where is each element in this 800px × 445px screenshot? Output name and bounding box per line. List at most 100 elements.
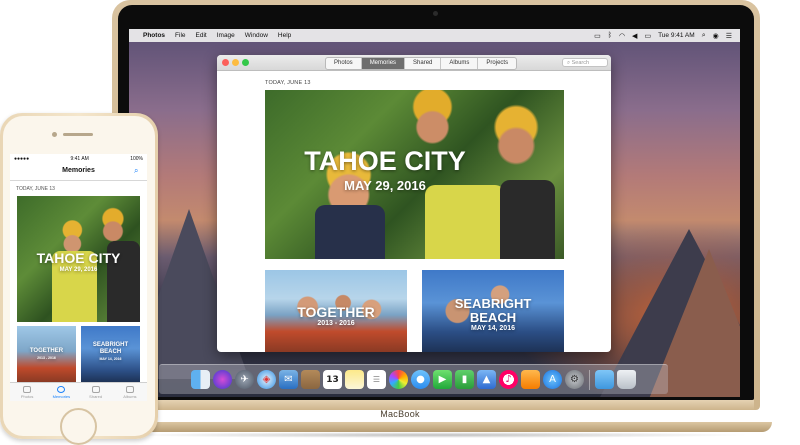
tab-projects[interactable]: Projects — [478, 58, 516, 69]
notification-center-icon[interactable]: ☰ — [726, 32, 732, 40]
numbers-icon[interactable]: ▮ — [455, 370, 474, 389]
close-window-button[interactable] — [222, 59, 229, 66]
siri-icon[interactable] — [213, 370, 232, 389]
tab-albums[interactable]: Albums — [441, 58, 479, 69]
iphone-memory-seabright[interactable]: SEABRIGHT BEACH MAY 14, 2016 — [81, 326, 140, 382]
downloads-folder-icon[interactable] — [595, 370, 614, 389]
memory-card-seabright-beach[interactable]: SEABRIGHT BEACH MAY 14, 2016 — [422, 270, 564, 352]
search-icon[interactable]: ⌕ — [134, 166, 138, 176]
facetime-icon[interactable]: ▶ — [433, 370, 452, 389]
iphone-screen: ●●●●● 9:41 AM 100% Memories ⌕ TODAY, JUN… — [10, 154, 147, 401]
menu-help[interactable]: Help — [278, 32, 291, 39]
hero-memory-title: TAHOE CITY — [304, 146, 466, 176]
hero-person-shirt — [425, 185, 505, 259]
search-placeholder: Search — [571, 60, 590, 66]
tab-shared[interactable]: Shared — [405, 58, 442, 69]
airplay-icon[interactable]: ▭ — [594, 32, 601, 40]
iphone-memory-together[interactable]: TOGETHER 2013 - 2016 — [17, 326, 76, 382]
keynote-icon[interactable]: ▲ — [477, 370, 496, 389]
memories-date-heading: TODAY, JUNE 13 — [265, 80, 311, 86]
iphone-speaker — [63, 133, 93, 136]
iphone-tab-memories[interactable]: Memories — [44, 383, 78, 401]
system-preferences-icon[interactable]: ⚙ — [565, 370, 584, 389]
photos-icon[interactable] — [389, 370, 408, 389]
bluetooth-icon[interactable]: ᛒ — [608, 32, 612, 39]
photos-tab-bar: Photos Memories Shared Albums Projects — [325, 57, 518, 70]
spotlight-icon[interactable]: ⌕ — [702, 32, 706, 40]
macbook-base — [100, 422, 772, 432]
ibooks-icon[interactable] — [521, 370, 540, 389]
calendar-day-label: 13 — [326, 374, 339, 385]
launchpad-icon[interactable]: ✈ — [235, 370, 254, 389]
window-titlebar: Photos Memories Shared Albums Projects ⌕… — [217, 55, 611, 71]
iphone-date-heading: TODAY, JUNE 13 — [16, 186, 55, 192]
menu-file[interactable]: File — [175, 32, 185, 39]
wifi-icon[interactable]: ◠ — [619, 32, 625, 40]
app-store-icon[interactable]: A — [543, 370, 562, 389]
card-seabright-title-line1: SEABRIGHT — [454, 296, 532, 311]
menu-photos[interactable]: Photos — [143, 32, 165, 39]
iphone-front-camera — [52, 132, 57, 137]
menu-window[interactable]: Window — [245, 32, 268, 39]
minimize-window-button[interactable] — [232, 59, 239, 66]
iphone-tab-albums[interactable]: Albums — [113, 383, 147, 401]
memory-hero-tahoe-city[interactable]: TAHOE CITY MAY 29, 2016 — [265, 90, 564, 259]
volume-icon[interactable]: ◀ — [632, 32, 637, 40]
battery-icon[interactable]: ▭ — [644, 32, 651, 40]
photos-tab-icon — [23, 386, 32, 393]
iphone-tab-bar: Photos Memories Shared Albums — [10, 382, 147, 401]
macbook-camera — [433, 11, 438, 16]
notes-icon[interactable] — [345, 370, 364, 389]
menu-edit[interactable]: Edit — [196, 32, 207, 39]
card-seabright-date: MAY 14, 2016 — [471, 325, 515, 332]
iphone-tab-albums-label: Albums — [123, 394, 137, 399]
carrier-signal: ●●●●● — [14, 155, 30, 162]
iphone-home-button[interactable] — [60, 408, 97, 445]
siri-menubar-icon[interactable]: ◉ — [713, 32, 719, 40]
tab-photos[interactable]: Photos — [326, 58, 362, 69]
calendar-icon[interactable]: 13 — [323, 370, 342, 389]
iphone-tab-shared[interactable]: Shared — [79, 383, 113, 401]
trash-icon[interactable] — [617, 370, 636, 389]
mac-menubar: Photos File Edit Image Window Help ▭ ᛒ ◠… — [129, 29, 740, 42]
cloud-icon — [91, 386, 100, 393]
iphone-clock: 9:41 AM — [70, 155, 89, 162]
iphone-seabright-title-line2: BEACH — [99, 349, 122, 355]
card-together-title: TOGETHER — [297, 304, 375, 320]
iphone-together-title: TOGETHER — [29, 348, 64, 354]
iphone-seabright-title-line1: SEABRIGHT — [92, 342, 129, 348]
iphone-nav-bar: Memories ⌕ — [10, 163, 147, 181]
hero-person-shirt-2 — [315, 205, 385, 259]
zoom-window-button[interactable] — [242, 59, 249, 66]
itunes-icon[interactable]: ♪ — [499, 370, 518, 389]
iphone-nav-title: Memories — [62, 167, 95, 174]
card-seabright-title-line2: BEACH — [469, 310, 517, 325]
mail-icon[interactable]: ✉ — [279, 370, 298, 389]
iphone-memory-hero[interactable]: TAHOE CITY MAY 29, 2016 — [17, 196, 140, 322]
iphone-battery: 100% — [130, 155, 143, 162]
menu-image[interactable]: Image — [217, 32, 235, 39]
tab-memories[interactable]: Memories — [361, 58, 406, 69]
iphone-seabright-date: MAY 14, 2016 — [99, 357, 122, 361]
iphone-hero-title: TAHOE CITY — [36, 250, 121, 266]
memory-card-together[interactable]: TOGETHER 2013 - 2016 — [265, 270, 407, 352]
contacts-icon[interactable] — [301, 370, 320, 389]
safari-icon[interactable]: ◈ — [257, 370, 276, 389]
iphone-tab-memories-label: Memories — [52, 394, 71, 399]
search-field[interactable]: ⌕ Search — [562, 58, 608, 67]
iphone-hero-date: MAY 29, 2016 — [59, 267, 98, 273]
reminders-icon[interactable]: ☰ — [367, 370, 386, 389]
albums-tab-icon — [125, 386, 134, 393]
iphone-tab-photos[interactable]: Photos — [10, 383, 44, 401]
iphone-tab-shared-label: Shared — [89, 394, 103, 399]
iphone-together-date: 2013 - 2016 — [37, 356, 56, 360]
card-together-date: 2013 - 2016 — [317, 320, 355, 327]
finder-icon[interactable] — [191, 370, 210, 389]
hero-memory-date: MAY 29, 2016 — [344, 178, 426, 193]
messages-icon[interactable]: ● — [411, 370, 430, 389]
mac-dock: ✈ ◈ ✉ 13 ☰ ● ▶ ▮ ▲ ♪ A ⚙ — [159, 364, 668, 394]
menubar-clock[interactable]: Tue 9:41 AM — [658, 32, 695, 39]
photos-window: Photos Memories Shared Albums Projects ⌕… — [217, 55, 611, 352]
menubar-status-area: ▭ ᛒ ◠ ◀ ▭ Tue 9:41 AM ⌕ ◉ ☰ — [594, 32, 732, 40]
macbook-shadow — [120, 432, 752, 438]
